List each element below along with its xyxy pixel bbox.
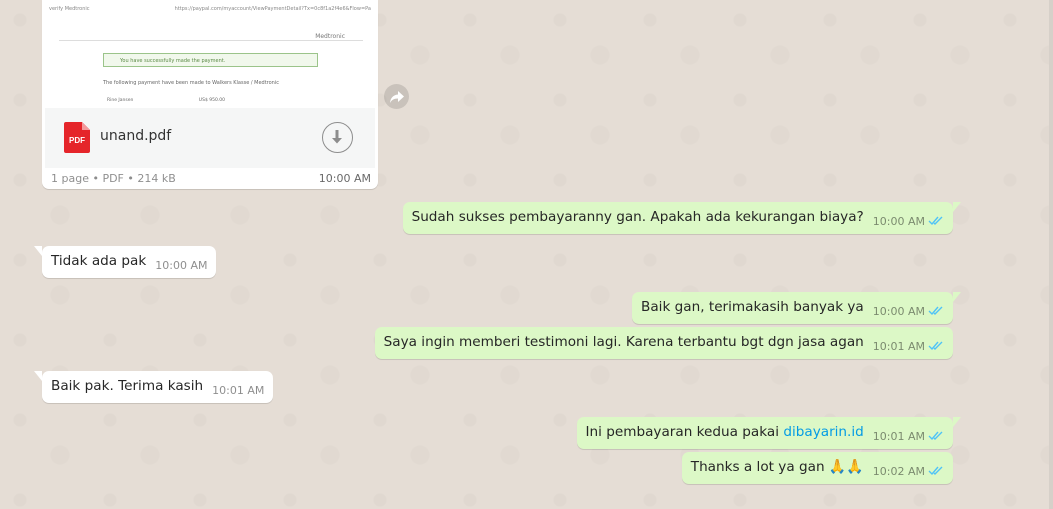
file-bar[interactable]: PDF unand.pdf xyxy=(45,108,375,168)
message-time: 10:00 AM xyxy=(155,259,208,272)
message-text: Tidak ada pak xyxy=(51,253,147,269)
double-check-read-icon xyxy=(928,431,943,441)
message-time: 10:01 AM xyxy=(872,340,925,353)
outgoing-message[interactable]: Saya ingin memberi testimoni lagi. Karen… xyxy=(374,327,953,359)
preview-row-label: Rine Jansen xyxy=(107,98,134,103)
document-info: 1 page • PDF • 214 kB xyxy=(51,172,176,185)
preview-header-left: verify Medtronic xyxy=(49,6,90,12)
double-check-read-icon xyxy=(928,306,943,316)
message-text: Saya ingin memberi testimoni lagi. Karen… xyxy=(383,334,864,350)
preview-header-right: https://paypal.com/myaccount/ViewPayment… xyxy=(174,6,371,12)
preview-text-line: The following payment have been made to … xyxy=(103,80,279,86)
double-check-read-icon xyxy=(928,466,943,476)
outgoing-message[interactable]: Ini pembayaran kedua pakai dibayarin.id 1… xyxy=(576,417,961,449)
double-check-read-icon xyxy=(928,216,943,226)
preview-divider xyxy=(59,40,363,41)
document-message[interactable]: verify Medtronic https://paypal.com/myac… xyxy=(42,0,378,189)
outgoing-message[interactable]: Baik gan, terimakasih banyak ya 10:00 AM xyxy=(632,292,961,324)
message-time: 10:02 AM xyxy=(872,465,925,478)
scrollbar[interactable] xyxy=(1049,0,1053,509)
message-text: Baik gan, terimakasih banyak ya xyxy=(641,299,864,315)
message-meta: 10:02 AM xyxy=(873,462,944,481)
preview-row: Rine Jansen US$ 950.00 xyxy=(107,98,225,103)
outgoing-message[interactable]: Sudah sukses pembayaranny gan. Apakah ad… xyxy=(402,202,962,234)
praying-hands-emoji: 🙏🙏 xyxy=(828,459,864,475)
forward-button[interactable] xyxy=(384,84,409,109)
outgoing-message[interactable]: Thanks a lot ya gan 🙏🙏 10:02 AM xyxy=(681,452,953,484)
preview-row-amount: US$ 950.00 xyxy=(198,98,225,103)
document-preview[interactable]: verify Medtronic https://paypal.com/myac… xyxy=(45,0,375,109)
double-check-read-icon xyxy=(928,341,943,351)
download-arrow-icon xyxy=(332,130,342,144)
message-text: Ini pembayaran kedua pakai xyxy=(585,424,784,440)
message-meta: 10:00 AM xyxy=(873,302,944,321)
preview-success-alert: You have successfully made the payment. xyxy=(103,53,318,67)
message-time: 10:00 AM xyxy=(872,215,925,228)
message-time: 10:01 AM xyxy=(212,384,265,397)
message-meta: 10:01 AM xyxy=(873,337,944,356)
message-text: Thanks a lot ya gan xyxy=(690,459,829,475)
message-text: Baik pak. Terima kasih xyxy=(51,378,204,394)
message-meta: 10:00 AM xyxy=(873,212,944,231)
pdf-icon-label: PDF xyxy=(69,136,85,145)
download-button[interactable] xyxy=(322,122,353,153)
message-text: Sudah sukses pembayaranny gan. Apakah ad… xyxy=(411,209,864,225)
message-time: 10:01 AM xyxy=(872,430,925,443)
message-time: 10:00 AM xyxy=(872,305,925,318)
incoming-message[interactable]: Tidak ada pak 10:00 AM xyxy=(33,246,217,278)
forward-arrow-icon xyxy=(390,91,404,103)
dibayarin-link[interactable]: dibayarin.id xyxy=(783,424,863,440)
incoming-message[interactable]: Baik pak. Terima kasih 10:01 AM xyxy=(33,371,274,403)
file-name: unand.pdf xyxy=(100,128,172,144)
preview-brand: Medtronic xyxy=(315,33,345,40)
pdf-file-icon: PDF xyxy=(64,122,90,153)
message-time: 10:00 AM xyxy=(318,172,371,185)
message-meta: 10:01 AM xyxy=(873,427,944,446)
